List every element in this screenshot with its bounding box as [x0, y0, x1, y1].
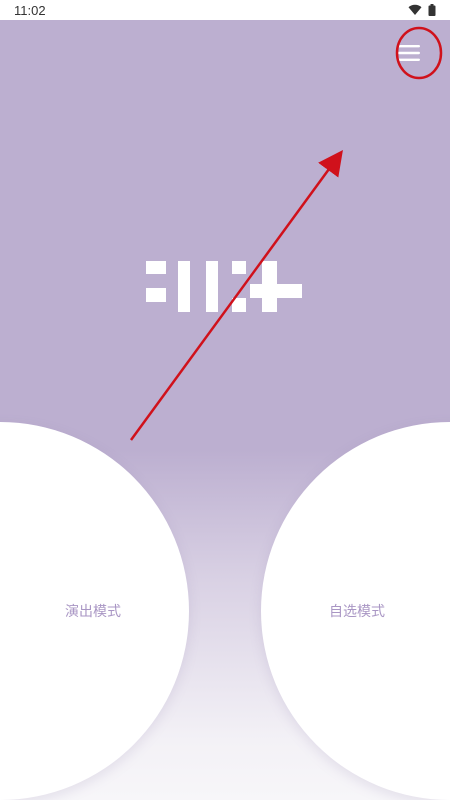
custom-mode-button[interactable]: 自选模式 [261, 422, 450, 800]
app-logo [146, 261, 302, 312]
status-time: 11:02 [14, 2, 46, 18]
performance-mode-button[interactable]: 演出模式 [0, 422, 189, 800]
performance-mode-label: 演出模式 [65, 604, 121, 620]
main-screen: 演出模式 自选模式 [0, 20, 450, 800]
custom-mode-label: 自选模式 [329, 604, 385, 620]
status-icons [408, 4, 436, 16]
wifi-icon [408, 4, 422, 16]
battery-icon [428, 4, 436, 16]
menu-button[interactable] [387, 31, 431, 75]
hamburger-menu-icon [398, 45, 420, 61]
status-bar: 11:02 [0, 0, 450, 20]
